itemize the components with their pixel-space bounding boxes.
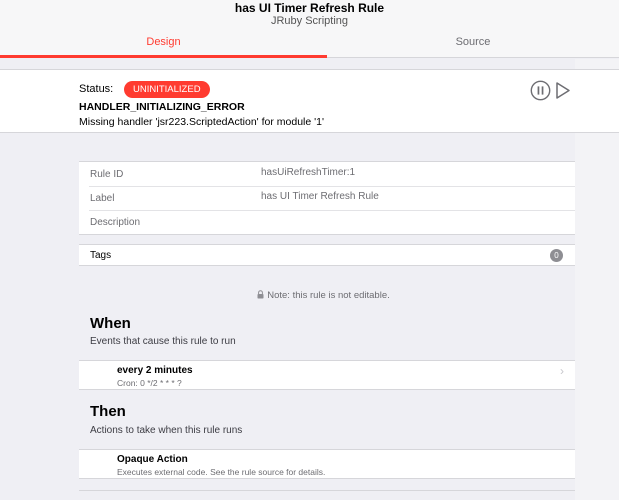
lock-icon [257,290,264,299]
rule-info-list: Rule ID hasUiRefreshTimer:1 Label has UI… [79,161,575,235]
then-subtitle: Actions to take when this rule runs [90,425,243,436]
status-badge: UNINITIALIZED [124,81,210,98]
info-row-description: Description [79,210,575,234]
tags-count-badge: 0 [550,249,563,262]
info-key: Description [90,217,141,228]
when-subtitle: Events that cause this rule to run [90,336,236,347]
not-editable-note: Note: this rule is not editable. [0,290,619,301]
page-title: has UI Timer Refresh Rule [234,1,385,15]
active-tab-indicator [0,55,327,58]
page-subtitle: JRuby Scripting [270,15,349,27]
list-divider [79,490,575,500]
tags-row[interactable]: Tags 0 [79,244,575,266]
trigger-item[interactable]: every 2 minutes Cron: 0 */2 * * * ? › [79,360,575,390]
then-title: Then [90,403,126,420]
nav-bar: has UI Timer Refresh Rule JRuby Scriptin… [0,0,619,58]
info-key: Rule ID [90,169,124,180]
status-panel: Status: UNINITIALIZED HANDLER_INITIALIZI… [0,69,619,133]
pause-circle-icon[interactable] [530,80,551,101]
tab-design[interactable]: Design [0,36,327,48]
error-code: HANDLER_INITIALIZING_ERROR [79,101,245,113]
tags-label: Tags [90,250,112,261]
action-subtitle: Executes external code. See the rule sou… [117,467,326,477]
status-label: Status: [79,83,114,95]
chevron-right-icon: › [560,364,564,378]
error-message: Missing handler 'jsr223.ScriptedAction' … [79,116,324,128]
info-key: Label [90,193,115,204]
info-value: has UI Timer Refresh Rule [261,191,379,202]
info-row-rule-id: Rule ID hasUiRefreshTimer:1 [79,162,575,186]
info-row-label: Label has UI Timer Refresh Rule [79,186,575,210]
action-item[interactable]: Opaque Action Executes external code. Se… [79,449,575,479]
trigger-subtitle: Cron: 0 */2 * * * ? [117,378,182,388]
play-icon[interactable] [555,81,571,100]
tab-source[interactable]: Source [327,36,619,48]
trigger-title: every 2 minutes [117,365,193,376]
when-title: When [90,315,131,332]
note-text: Note: this rule is not editable. [267,290,390,301]
info-value: hasUiRefreshTimer:1 [261,167,356,178]
action-title: Opaque Action [117,454,188,465]
